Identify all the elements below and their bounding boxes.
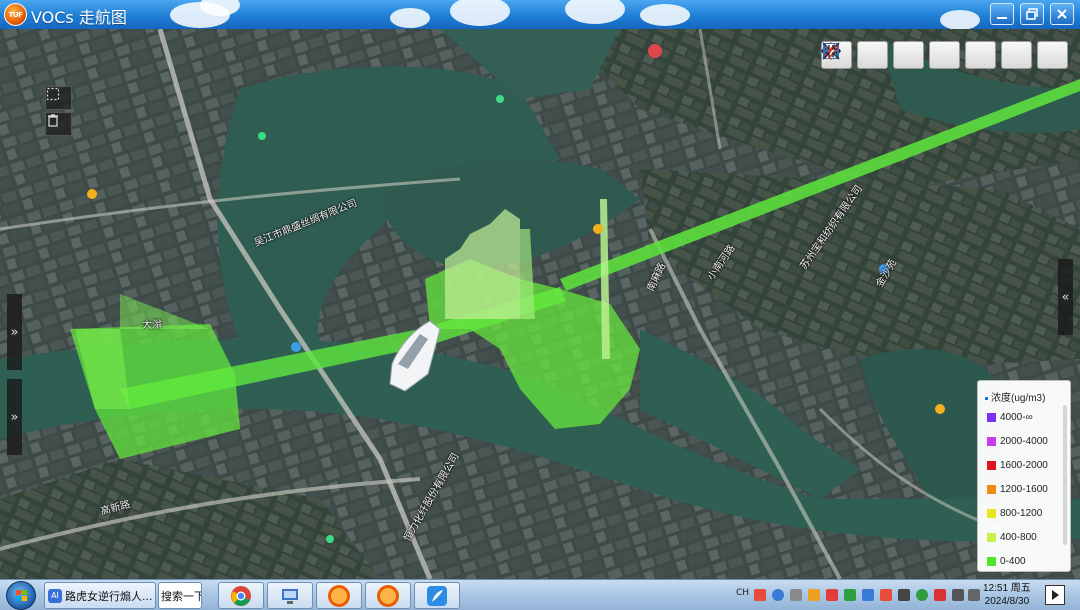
taskbar-tuf-app-2[interactable] — [365, 582, 411, 609]
right-panel-toggle[interactable]: « — [1058, 259, 1073, 335]
app-logo-text: TUF — [8, 10, 23, 19]
chrome-icon — [231, 585, 251, 606]
map-view[interactable]: 吴江市鼎盛丝绸有限公司 恒力化纤股份有限公司 苏州宝和纺织有限公司 小南河路 大… — [0, 29, 1080, 579]
minimize-button[interactable] — [990, 3, 1014, 25]
legend-scrollbar[interactable] — [1063, 405, 1067, 545]
expand-icon: » — [10, 409, 19, 425]
tray-app-icon[interactable] — [862, 589, 874, 601]
delete-tool[interactable] — [45, 112, 72, 136]
legend-title-text: 浓度(ug/m3) — [991, 393, 1046, 404]
cloud-decoration — [940, 10, 980, 29]
tray-app-icon[interactable] — [934, 589, 946, 601]
map-toolbar — [821, 41, 1068, 69]
tuf-logo-icon — [377, 584, 399, 607]
legend-label: 0-400 — [1000, 555, 1026, 567]
legend-swatch — [987, 412, 996, 422]
cloud-decoration — [450, 0, 510, 26]
show-desktop-button[interactable] — [1045, 585, 1065, 605]
tray-app-icon[interactable] — [826, 589, 838, 601]
cloud-decoration — [640, 4, 690, 26]
clear-tool[interactable] — [824, 41, 1032, 69]
taskbar-clock[interactable]: 12:51 周五 2024/8/30 — [983, 582, 1031, 608]
concentration-legend: 浓度(ug/m3) 4000-∞ 2000-4000 1600-2000 120… — [977, 380, 1071, 572]
taskbar-chrome[interactable] — [218, 582, 264, 609]
tray-app-icon[interactable] — [916, 589, 928, 601]
palette-tool[interactable] — [823, 41, 924, 69]
water-label-1: 大滃 — [142, 320, 162, 331]
left-panel-toggle-2[interactable]: » — [7, 379, 22, 455]
legend-item: 0-400 — [987, 555, 1026, 567]
taskbar-search-label: 搜索一下 — [161, 589, 202, 603]
view-tool[interactable] — [821, 41, 960, 69]
expand-icon: » — [10, 324, 19, 340]
legend-swatch — [987, 556, 996, 566]
legend-swatch — [987, 532, 996, 542]
start-button[interactable] — [6, 581, 36, 610]
legend-title: 浓度(ug/m3) — [985, 389, 1045, 404]
play-arrow-icon — [1052, 590, 1059, 600]
legend-label: 800-1200 — [1000, 507, 1043, 519]
taskbar-tuf-app-1[interactable] — [316, 582, 362, 609]
restore-icon — [1026, 8, 1038, 20]
minimize-icon — [997, 17, 1007, 19]
collapse-arrows-icon — [822, 42, 840, 60]
satellite-map[interactable] — [0, 29, 1080, 579]
legend-label: 4000-∞ — [1000, 411, 1033, 423]
taskbar-item-label: 路虎女逆行煽人... — [65, 589, 153, 603]
network-computer-icon — [282, 588, 298, 604]
dashed-selection-icon — [46, 87, 60, 101]
legend-label: 400-800 — [1000, 531, 1037, 543]
legend-label: 1200-1600 — [1000, 483, 1048, 495]
tuf-logo-icon — [328, 584, 350, 607]
network-icon[interactable] — [898, 589, 910, 601]
action-center-icon[interactable] — [968, 589, 980, 601]
legend-swatch — [987, 484, 996, 494]
fullscreen-tool[interactable] — [822, 41, 1068, 69]
legend-swatch — [987, 460, 996, 470]
window-title-bar: TUF VOCs 走航图 — [0, 0, 1080, 29]
legend-item: 400-800 — [987, 531, 1037, 543]
tray-app-icon[interactable] — [880, 589, 892, 601]
close-button[interactable] — [1050, 3, 1074, 25]
taskbar-network-app[interactable] — [267, 582, 313, 609]
legend-item: 2000-4000 — [987, 435, 1048, 447]
window-title: VOCs 走航图 — [31, 8, 127, 27]
legend-item: 1200-1600 — [987, 483, 1048, 495]
volume-icon[interactable] — [952, 589, 964, 601]
tray-app-icon[interactable] — [844, 589, 856, 601]
tray-app-icon[interactable] — [808, 589, 820, 601]
windows-logo-icon — [16, 590, 27, 601]
restore-button[interactable] — [1020, 3, 1044, 25]
trash-icon — [48, 114, 58, 127]
feather-icon — [427, 585, 447, 606]
cloud-decoration — [390, 8, 430, 28]
legend-item: 1600-2000 — [987, 459, 1048, 471]
taskbar-search[interactable]: 搜索一下 — [158, 582, 202, 609]
left-panel-toggle-1[interactable]: » — [7, 294, 22, 370]
taskbar: AI 路虎女逆行煽人... 搜索一下 CH 12:51 周五 2024/8/30 — [0, 579, 1080, 610]
chart-tool[interactable] — [823, 41, 888, 69]
legend-label: 1600-2000 — [1000, 459, 1048, 471]
legend-bullet-icon — [985, 396, 988, 400]
legend-swatch — [987, 436, 996, 446]
cloud-decoration — [565, 0, 625, 24]
input-method-indicator[interactable]: CH — [736, 588, 749, 598]
clock-date: 2024/8/30 — [984, 596, 1030, 607]
select-box-tool[interactable] — [45, 86, 72, 110]
save-tool[interactable] — [823, 41, 996, 69]
ai-badge-icon: AI — [48, 588, 62, 603]
taskbar-item-browser-tab[interactable]: AI 路虎女逆行煽人... — [44, 582, 156, 609]
close-icon — [1057, 9, 1067, 19]
collapse-icon: « — [1061, 289, 1070, 305]
legend-swatch — [987, 508, 996, 518]
tray-app-icon[interactable] — [790, 589, 802, 601]
legend-item: 800-1200 — [987, 507, 1042, 519]
tray-app-icon[interactable] — [754, 589, 766, 601]
tray-app-icon[interactable] — [772, 589, 784, 601]
app-logo: TUF — [4, 3, 27, 26]
taskbar-feather-app[interactable] — [414, 582, 460, 609]
clock-time: 12:51 周五 — [983, 583, 1031, 594]
legend-item: 4000-∞ — [987, 411, 1033, 423]
legend-label: 2000-4000 — [1000, 435, 1048, 447]
